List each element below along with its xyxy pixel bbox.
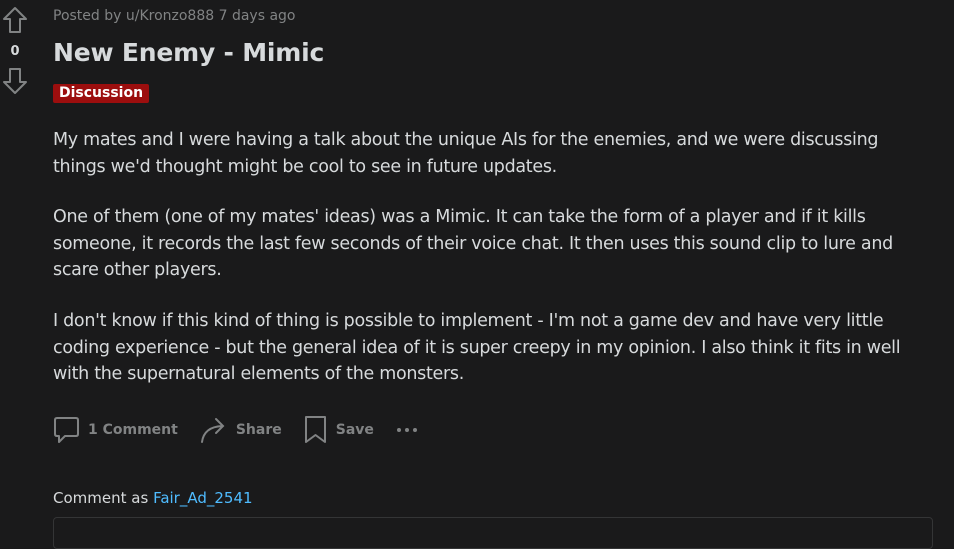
post-meta[interactable]: Posted by u/Kronzo888 7 days ago <box>53 8 296 24</box>
downvote-icon[interactable] <box>2 67 28 95</box>
save-button[interactable]: Save <box>304 415 374 445</box>
post-paragraph: I don't know if this kind of thing is po… <box>53 308 901 388</box>
comment-icon <box>54 417 79 443</box>
text-line: coding experience - but the general idea… <box>53 337 901 358</box>
comment-input[interactable] <box>53 517 933 549</box>
text-line: My mates and I were having a talk about … <box>53 130 879 150</box>
text-line: I don't know if this kind of thing is po… <box>53 311 884 331</box>
post-paragraph: My mates and I were having a talk about … <box>53 127 878 180</box>
text-line: scare other players. <box>53 260 222 280</box>
bookmark-icon <box>304 416 326 443</box>
text-line: someone, it records the last few seconds… <box>53 233 893 254</box>
flair-badge[interactable]: Discussion <box>53 84 150 103</box>
upvote-icon[interactable] <box>2 6 28 34</box>
vote-score: 0 <box>10 44 20 59</box>
share-icon <box>200 418 225 443</box>
text-line: things we'd thought might be cool to see… <box>53 156 557 177</box>
username-link[interactable]: Fair_Ad_2541 <box>153 489 252 507</box>
comment-as: Comment as Fair_Ad_2541 <box>53 489 253 507</box>
comments-button[interactable]: 1 Comment <box>53 415 178 445</box>
post-title: New Enemy - Mimic <box>53 38 325 67</box>
more-options-button[interactable] <box>396 425 418 435</box>
share-button[interactable]: Share <box>200 415 282 445</box>
more-horizontal-icon <box>396 428 417 432</box>
vote-column: 0 <box>0 6 30 95</box>
comments-label: 1 Comment <box>88 422 178 438</box>
save-label: Save <box>335 422 374 438</box>
comment-as-label: Comment as <box>53 489 149 507</box>
share-label: Share <box>235 422 282 438</box>
post-paragraph: One of them (one of my mates' ideas) was… <box>53 204 893 284</box>
post-actions: 1 Comment Share Save <box>53 415 440 445</box>
text-line: One of them (one of my mates' ideas) was… <box>53 207 866 227</box>
text-line: with the supernatural elements of the mo… <box>53 364 464 384</box>
